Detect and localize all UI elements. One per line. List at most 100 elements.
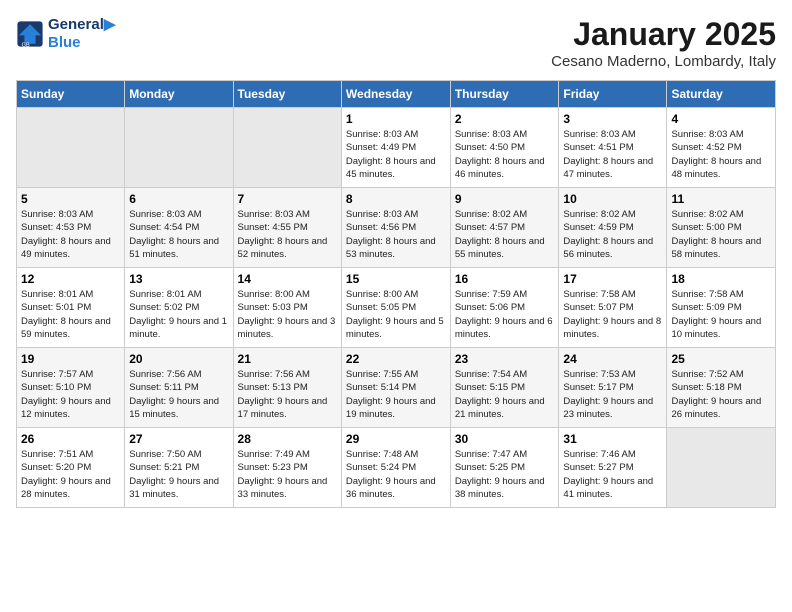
header-tuesday: Tuesday bbox=[233, 81, 341, 108]
calendar-cell: 14 Sunrise: 8:00 AMSunset: 5:03 PMDaylig… bbox=[233, 268, 341, 348]
calendar-cell: 5 Sunrise: 8:03 AMSunset: 4:53 PMDayligh… bbox=[17, 188, 125, 268]
day-number: 28 bbox=[238, 432, 337, 446]
day-info: Sunrise: 8:03 AMSunset: 4:50 PMDaylight:… bbox=[455, 128, 555, 181]
header-sunday: Sunday bbox=[17, 81, 125, 108]
day-number: 7 bbox=[238, 192, 337, 206]
day-info: Sunrise: 8:03 AMSunset: 4:55 PMDaylight:… bbox=[238, 208, 337, 261]
calendar-cell: 26 Sunrise: 7:51 AMSunset: 5:20 PMDaylig… bbox=[17, 428, 125, 508]
calendar-cell: 2 Sunrise: 8:03 AMSunset: 4:50 PMDayligh… bbox=[450, 108, 559, 188]
location-title: Cesano Maderno, Lombardy, Italy bbox=[551, 53, 776, 70]
day-number: 16 bbox=[455, 272, 555, 286]
day-info: Sunrise: 8:03 AMSunset: 4:52 PMDaylight:… bbox=[671, 128, 771, 181]
calendar-cell: 16 Sunrise: 7:59 AMSunset: 5:06 PMDaylig… bbox=[450, 268, 559, 348]
day-info: Sunrise: 8:03 AMSunset: 4:53 PMDaylight:… bbox=[21, 208, 120, 261]
calendar-cell: 3 Sunrise: 8:03 AMSunset: 4:51 PMDayligh… bbox=[559, 108, 667, 188]
header-monday: Monday bbox=[125, 81, 233, 108]
day-info: Sunrise: 7:58 AMSunset: 5:07 PMDaylight:… bbox=[563, 288, 662, 341]
calendar-cell: 11 Sunrise: 8:02 AMSunset: 5:00 PMDaylig… bbox=[667, 188, 776, 268]
day-number: 20 bbox=[129, 352, 228, 366]
day-number: 24 bbox=[563, 352, 662, 366]
day-info: Sunrise: 7:47 AMSunset: 5:25 PMDaylight:… bbox=[455, 448, 555, 501]
calendar-cell: 27 Sunrise: 7:50 AMSunset: 5:21 PMDaylig… bbox=[125, 428, 233, 508]
day-number: 4 bbox=[671, 112, 771, 126]
day-info: Sunrise: 7:58 AMSunset: 5:09 PMDaylight:… bbox=[671, 288, 771, 341]
day-number: 5 bbox=[21, 192, 120, 206]
day-number: 23 bbox=[455, 352, 555, 366]
calendar-header-row: SundayMondayTuesdayWednesdayThursdayFrid… bbox=[17, 81, 776, 108]
calendar-cell bbox=[17, 108, 125, 188]
calendar-body: 1 Sunrise: 8:03 AMSunset: 4:49 PMDayligh… bbox=[17, 108, 776, 508]
calendar-cell: 25 Sunrise: 7:52 AMSunset: 5:18 PMDaylig… bbox=[667, 348, 776, 428]
calendar-cell bbox=[233, 108, 341, 188]
calendar-cell: 24 Sunrise: 7:53 AMSunset: 5:17 PMDaylig… bbox=[559, 348, 667, 428]
svg-text:GB: GB bbox=[22, 43, 30, 48]
day-number: 2 bbox=[455, 112, 555, 126]
day-info: Sunrise: 8:02 AMSunset: 5:00 PMDaylight:… bbox=[671, 208, 771, 261]
day-number: 30 bbox=[455, 432, 555, 446]
calendar-cell: 18 Sunrise: 7:58 AMSunset: 5:09 PMDaylig… bbox=[667, 268, 776, 348]
calendar-cell: 28 Sunrise: 7:49 AMSunset: 5:23 PMDaylig… bbox=[233, 428, 341, 508]
calendar-cell: 4 Sunrise: 8:03 AMSunset: 4:52 PMDayligh… bbox=[667, 108, 776, 188]
day-number: 22 bbox=[346, 352, 446, 366]
logo-icon: GB bbox=[16, 20, 44, 48]
calendar-week-row: 5 Sunrise: 8:03 AMSunset: 4:53 PMDayligh… bbox=[17, 188, 776, 268]
calendar-cell: 20 Sunrise: 7:56 AMSunset: 5:11 PMDaylig… bbox=[125, 348, 233, 428]
day-info: Sunrise: 7:56 AMSunset: 5:13 PMDaylight:… bbox=[238, 368, 337, 421]
day-info: Sunrise: 7:51 AMSunset: 5:20 PMDaylight:… bbox=[21, 448, 120, 501]
calendar-cell: 12 Sunrise: 8:01 AMSunset: 5:01 PMDaylig… bbox=[17, 268, 125, 348]
day-info: Sunrise: 7:57 AMSunset: 5:10 PMDaylight:… bbox=[21, 368, 120, 421]
calendar-cell: 19 Sunrise: 7:57 AMSunset: 5:10 PMDaylig… bbox=[17, 348, 125, 428]
day-number: 26 bbox=[21, 432, 120, 446]
calendar-cell: 31 Sunrise: 7:46 AMSunset: 5:27 PMDaylig… bbox=[559, 428, 667, 508]
calendar-week-row: 12 Sunrise: 8:01 AMSunset: 5:01 PMDaylig… bbox=[17, 268, 776, 348]
day-number: 27 bbox=[129, 432, 228, 446]
day-info: Sunrise: 8:03 AMSunset: 4:54 PMDaylight:… bbox=[129, 208, 228, 261]
calendar-cell: 23 Sunrise: 7:54 AMSunset: 5:15 PMDaylig… bbox=[450, 348, 559, 428]
page-header: GB General▶ Blue January 2025 Cesano Mad… bbox=[16, 16, 776, 70]
calendar-cell: 13 Sunrise: 8:01 AMSunset: 5:02 PMDaylig… bbox=[125, 268, 233, 348]
calendar-cell: 17 Sunrise: 7:58 AMSunset: 5:07 PMDaylig… bbox=[559, 268, 667, 348]
calendar-week-row: 1 Sunrise: 8:03 AMSunset: 4:49 PMDayligh… bbox=[17, 108, 776, 188]
day-info: Sunrise: 7:56 AMSunset: 5:11 PMDaylight:… bbox=[129, 368, 228, 421]
calendar-cell: 30 Sunrise: 7:47 AMSunset: 5:25 PMDaylig… bbox=[450, 428, 559, 508]
day-number: 31 bbox=[563, 432, 662, 446]
calendar-cell: 21 Sunrise: 7:56 AMSunset: 5:13 PMDaylig… bbox=[233, 348, 341, 428]
header-thursday: Thursday bbox=[450, 81, 559, 108]
day-number: 6 bbox=[129, 192, 228, 206]
day-info: Sunrise: 8:03 AMSunset: 4:49 PMDaylight:… bbox=[346, 128, 446, 181]
day-info: Sunrise: 8:03 AMSunset: 4:51 PMDaylight:… bbox=[563, 128, 662, 181]
day-number: 1 bbox=[346, 112, 446, 126]
header-friday: Friday bbox=[559, 81, 667, 108]
day-number: 19 bbox=[21, 352, 120, 366]
calendar-cell: 7 Sunrise: 8:03 AMSunset: 4:55 PMDayligh… bbox=[233, 188, 341, 268]
header-saturday: Saturday bbox=[667, 81, 776, 108]
day-number: 18 bbox=[671, 272, 771, 286]
day-info: Sunrise: 7:53 AMSunset: 5:17 PMDaylight:… bbox=[563, 368, 662, 421]
day-number: 17 bbox=[563, 272, 662, 286]
day-number: 21 bbox=[238, 352, 337, 366]
day-info: Sunrise: 7:49 AMSunset: 5:23 PMDaylight:… bbox=[238, 448, 337, 501]
calendar-cell: 10 Sunrise: 8:02 AMSunset: 4:59 PMDaylig… bbox=[559, 188, 667, 268]
day-number: 13 bbox=[129, 272, 228, 286]
day-info: Sunrise: 8:01 AMSunset: 5:02 PMDaylight:… bbox=[129, 288, 228, 341]
day-info: Sunrise: 8:00 AMSunset: 5:05 PMDaylight:… bbox=[346, 288, 446, 341]
calendar-cell: 15 Sunrise: 8:00 AMSunset: 5:05 PMDaylig… bbox=[341, 268, 450, 348]
day-number: 12 bbox=[21, 272, 120, 286]
day-info: Sunrise: 7:50 AMSunset: 5:21 PMDaylight:… bbox=[129, 448, 228, 501]
day-info: Sunrise: 7:52 AMSunset: 5:18 PMDaylight:… bbox=[671, 368, 771, 421]
header-wednesday: Wednesday bbox=[341, 81, 450, 108]
day-info: Sunrise: 8:02 AMSunset: 4:59 PMDaylight:… bbox=[563, 208, 662, 261]
calendar-cell: 29 Sunrise: 7:48 AMSunset: 5:24 PMDaylig… bbox=[341, 428, 450, 508]
calendar-cell: 22 Sunrise: 7:55 AMSunset: 5:14 PMDaylig… bbox=[341, 348, 450, 428]
calendar-cell: 1 Sunrise: 8:03 AMSunset: 4:49 PMDayligh… bbox=[341, 108, 450, 188]
day-number: 8 bbox=[346, 192, 446, 206]
day-info: Sunrise: 8:03 AMSunset: 4:56 PMDaylight:… bbox=[346, 208, 446, 261]
day-number: 3 bbox=[563, 112, 662, 126]
calendar-cell: 8 Sunrise: 8:03 AMSunset: 4:56 PMDayligh… bbox=[341, 188, 450, 268]
day-info: Sunrise: 7:55 AMSunset: 5:14 PMDaylight:… bbox=[346, 368, 446, 421]
calendar-week-row: 26 Sunrise: 7:51 AMSunset: 5:20 PMDaylig… bbox=[17, 428, 776, 508]
day-number: 15 bbox=[346, 272, 446, 286]
day-info: Sunrise: 7:54 AMSunset: 5:15 PMDaylight:… bbox=[455, 368, 555, 421]
day-number: 9 bbox=[455, 192, 555, 206]
day-number: 29 bbox=[346, 432, 446, 446]
